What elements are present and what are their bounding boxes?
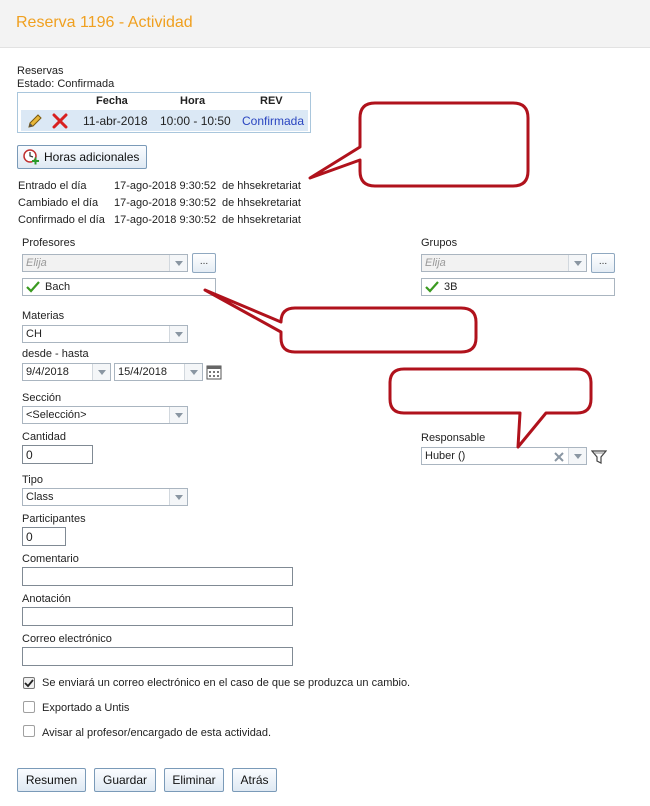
column-header-date: Fecha [96,95,128,107]
back-button[interactable]: Atrás [232,768,277,792]
notify-teacher-checkbox[interactable] [23,725,35,737]
status-text: Estado: Confirmada [17,78,115,90]
responsible-label: Responsable [421,432,486,444]
reservations-label: Reservas [17,65,64,77]
section-select[interactable]: <Selección> [22,406,188,424]
email-label: Correo electrónico [22,633,112,645]
exported-untis-label: Exportado a Untis [42,702,130,714]
info-label-entered: Entrado el día [18,180,87,192]
info-label-confirmed: Confirmado el día [18,214,105,226]
comment-label: Comentario [22,553,79,565]
quantity-label: Cantidad [22,431,67,443]
reservations-table: Fecha Hora REV 11-abr-2018 10:00 - 10:50… [17,92,311,133]
page-header: Reserva 1196 - Actividad [0,0,650,48]
info-user-entered: de hhsekretariat [222,180,301,192]
callout-bubble-2 [203,288,478,354]
responsible-value: Huber () [425,450,466,462]
subjects-select[interactable]: CH [22,325,188,343]
groups-select[interactable]: Elija [421,254,587,272]
info-datetime-changed: 17-ago-2018 9:30:52 [114,197,217,209]
reservation-date: 11-abr-2018 [83,114,148,128]
email-input[interactable] [22,647,293,666]
section-label: Sección [22,392,62,404]
notify-email-label: Se enviará un correo electrónico en el c… [42,677,411,689]
section-value: <Selección> [26,409,87,421]
filter-icon[interactable] [590,449,608,465]
chevron-down-icon[interactable] [568,448,586,464]
table-row: 11-abr-2018 10:00 - 10:50 Confirmada [21,110,308,131]
delete-button[interactable]: Eliminar [164,768,224,792]
date-from-select[interactable]: 9/4/2018 [22,363,111,381]
info-label-changed: Cambiado el día [18,197,99,209]
clear-x-icon[interactable] [552,450,566,464]
exported-untis-checkbox[interactable] [23,701,35,713]
teachers-browse-button[interactable]: ... [192,253,216,273]
date-from-value: 9/4/2018 [26,366,69,378]
clock-add-icon [22,148,40,166]
responsible-select[interactable]: Huber () [421,447,587,465]
reservation-time: 10:00 - 10:50 [160,114,231,128]
teacher-chip-label: Bach [45,281,71,293]
annotation-input[interactable] [22,607,293,626]
group-chip-label: 3B [444,281,458,293]
quantity-value: 0 [26,448,33,462]
participants-input[interactable]: 0 [22,527,66,546]
type-label: Tipo [22,474,43,486]
subjects-value: CH [26,328,42,340]
edit-pencil-icon[interactable] [26,112,44,130]
groups-placeholder: Elija [425,257,446,269]
chevron-down-icon[interactable] [169,326,187,342]
participants-label: Participantes [22,513,86,525]
chevron-down-icon[interactable] [169,255,187,271]
quantity-input[interactable]: 0 [22,445,93,464]
group-chip[interactable]: 3B [421,278,615,296]
chevron-down-icon[interactable] [169,407,187,423]
checkmark-icon [24,679,34,688]
groups-label: Grupos [421,237,458,249]
checkmark-icon [425,280,439,294]
notify-teacher-label: Avisar al profesor/encargado de esta act… [42,727,272,739]
notify-email-checkbox[interactable] [23,677,35,689]
reservation-rev-link[interactable]: Confirmada [242,114,304,128]
info-datetime-entered: 17-ago-2018 9:30:52 [114,180,217,192]
summary-button[interactable]: Resumen [17,768,86,792]
teachers-select[interactable]: Elija [22,254,188,272]
comment-input[interactable] [22,567,293,586]
info-datetime-confirmed: 17-ago-2018 9:30:52 [114,214,217,226]
groups-browse-button[interactable]: ... [591,253,615,273]
type-select[interactable]: Class [22,488,188,506]
date-range-label: desde - hasta [22,348,89,360]
info-user-confirmed: de hhsekretariat [222,214,301,226]
participants-value: 0 [26,530,33,544]
save-button[interactable]: Guardar [94,768,156,792]
type-value: Class [26,491,54,503]
teachers-placeholder: Elija [26,257,47,269]
callout-bubble-1 [308,101,530,188]
chevron-down-icon[interactable] [169,489,187,505]
extra-hours-label: Horas adicionales [44,150,140,164]
extra-hours-button[interactable]: Horas adicionales [17,145,147,169]
chevron-down-icon[interactable] [184,364,202,380]
annotation-label: Anotación [22,593,71,605]
chevron-down-icon[interactable] [568,255,586,271]
checkmark-icon [26,280,40,294]
subjects-label: Materias [22,310,65,322]
info-user-changed: de hhsekretariat [222,197,301,209]
page-title: Reserva 1196 - Actividad [16,14,193,31]
column-header-rev: REV [260,95,283,107]
date-to-value: 15/4/2018 [118,366,167,378]
calendar-icon[interactable] [206,364,222,380]
delete-x-icon[interactable] [51,112,69,130]
chevron-down-icon[interactable] [92,364,110,380]
column-header-time: Hora [180,95,206,107]
teachers-label: Profesores [22,237,76,249]
teacher-chip[interactable]: Bach [22,278,216,296]
date-to-select[interactable]: 15/4/2018 [114,363,203,381]
